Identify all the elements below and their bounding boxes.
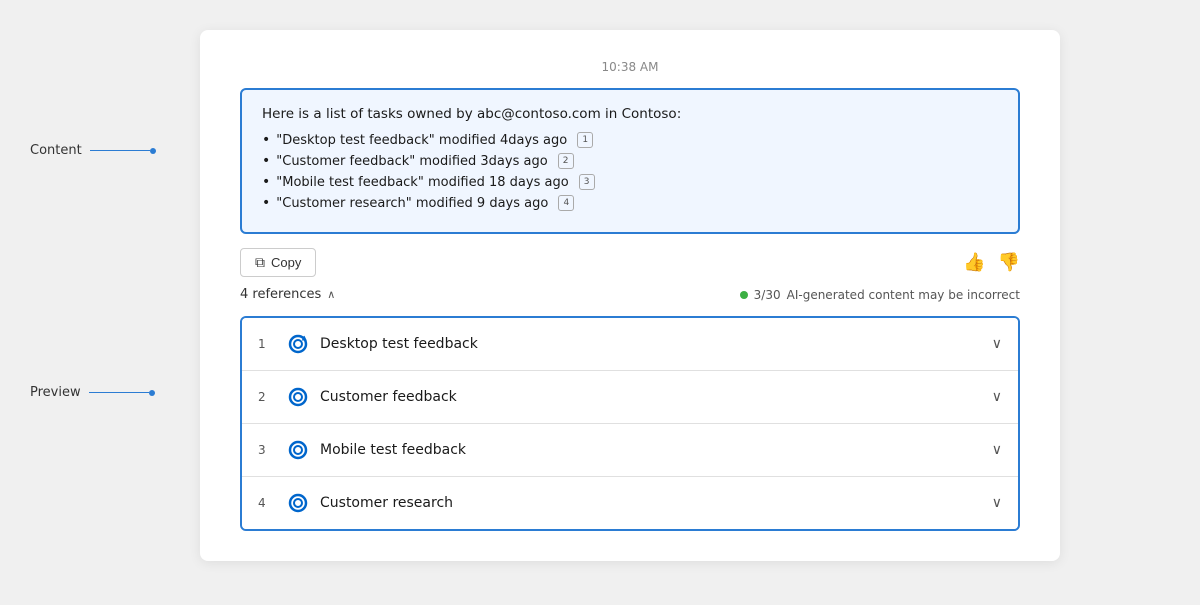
preview-dot [149,390,155,396]
loop-icon-1 [286,332,310,356]
ref-title-3: Mobile test feedback [320,442,992,458]
ref-item-2[interactable]: 2 Customer feedback ∨ [242,371,1018,424]
loop-icon-3 [286,438,310,462]
ref-number-4: 4 [258,496,276,510]
page-container: Content Preview 10:38 AM Here is a list … [0,0,1200,605]
task-text-2: "Customer feedback" modified 3days ago [276,154,547,169]
ref-number-3: 3 [258,443,276,457]
content-dot [150,148,156,154]
list-item: "Desktop test feedback" modified 4days a… [262,132,998,148]
copy-icon: ⧉ [255,254,265,271]
preview-label: Preview [30,385,81,400]
ref-item-3[interactable]: 3 Mobile test feedback ∨ [242,424,1018,477]
ref-number-1: 1 [258,337,276,351]
ref-item-1[interactable]: 1 Desktop test feedback ∨ [242,318,1018,371]
references-row: 4 references ∧ 3/30 AI-generated content… [240,287,1020,302]
references-panel: 1 Desktop test feedback ∨ 2 Customer fee… [240,316,1020,531]
ref-item-4[interactable]: 4 Customer research ∨ [242,477,1018,529]
thumbup-icon[interactable]: 👍 [963,252,985,273]
copy-label: Copy [271,255,301,270]
message-box: Here is a list of tasks owned by abc@con… [240,88,1020,234]
message-intro: Here is a list of tasks owned by abc@con… [262,106,998,122]
ref-chevron-4: ∨ [992,495,1002,511]
loop-icon-2 [286,385,310,409]
list-item: "Customer research" modified 9 days ago … [262,195,998,211]
loop-icon-4 [286,491,310,515]
ref-badge-4: 4 [558,195,574,211]
preview-label-group: Preview [30,385,155,400]
action-row: ⧉ Copy 👍 👎 [240,248,1020,277]
ai-count: 3/30 [754,288,781,302]
preview-connector [89,390,155,396]
feedback-icons: 👍 👎 [963,252,1020,273]
ref-title-1: Desktop test feedback [320,336,992,352]
ref-number-2: 2 [258,390,276,404]
references-toggle[interactable]: 4 references ∧ [240,287,335,302]
task-list: "Desktop test feedback" modified 4days a… [262,132,998,211]
ai-dot [740,291,748,299]
task-text-1: "Desktop test feedback" modified 4days a… [276,133,567,148]
references-count: 4 references [240,287,321,302]
ref-badge-1: 1 [577,132,593,148]
list-item: "Customer feedback" modified 3days ago 2 [262,153,998,169]
copy-button[interactable]: ⧉ Copy [240,248,316,277]
task-text-3: "Mobile test feedback" modified 18 days … [276,175,568,190]
ref-title-4: Customer research [320,495,992,511]
ref-chevron-3: ∨ [992,442,1002,458]
preview-line [89,392,149,393]
content-label: Content [30,143,82,158]
ref-title-2: Customer feedback [320,389,992,405]
chevron-up-icon: ∧ [327,288,335,301]
left-labels-area: Content Preview [30,0,150,605]
content-label-group: Content [30,143,156,158]
content-line [90,150,150,151]
main-panel: 10:38 AM Here is a list of tasks owned b… [200,30,1060,561]
ref-badge-2: 2 [558,153,574,169]
content-connector [90,148,156,154]
ai-notice-text: AI-generated content may be incorrect [787,288,1020,302]
task-text-4: "Customer research" modified 9 days ago [276,196,548,211]
ref-chevron-2: ∨ [992,389,1002,405]
list-item: "Mobile test feedback" modified 18 days … [262,174,998,190]
timestamp: 10:38 AM [240,60,1020,74]
ref-badge-3: 3 [579,174,595,190]
ai-notice: 3/30 AI-generated content may be incorre… [740,288,1020,302]
thumbdown-icon[interactable]: 👎 [998,252,1020,273]
ref-chevron-1: ∨ [992,336,1002,352]
